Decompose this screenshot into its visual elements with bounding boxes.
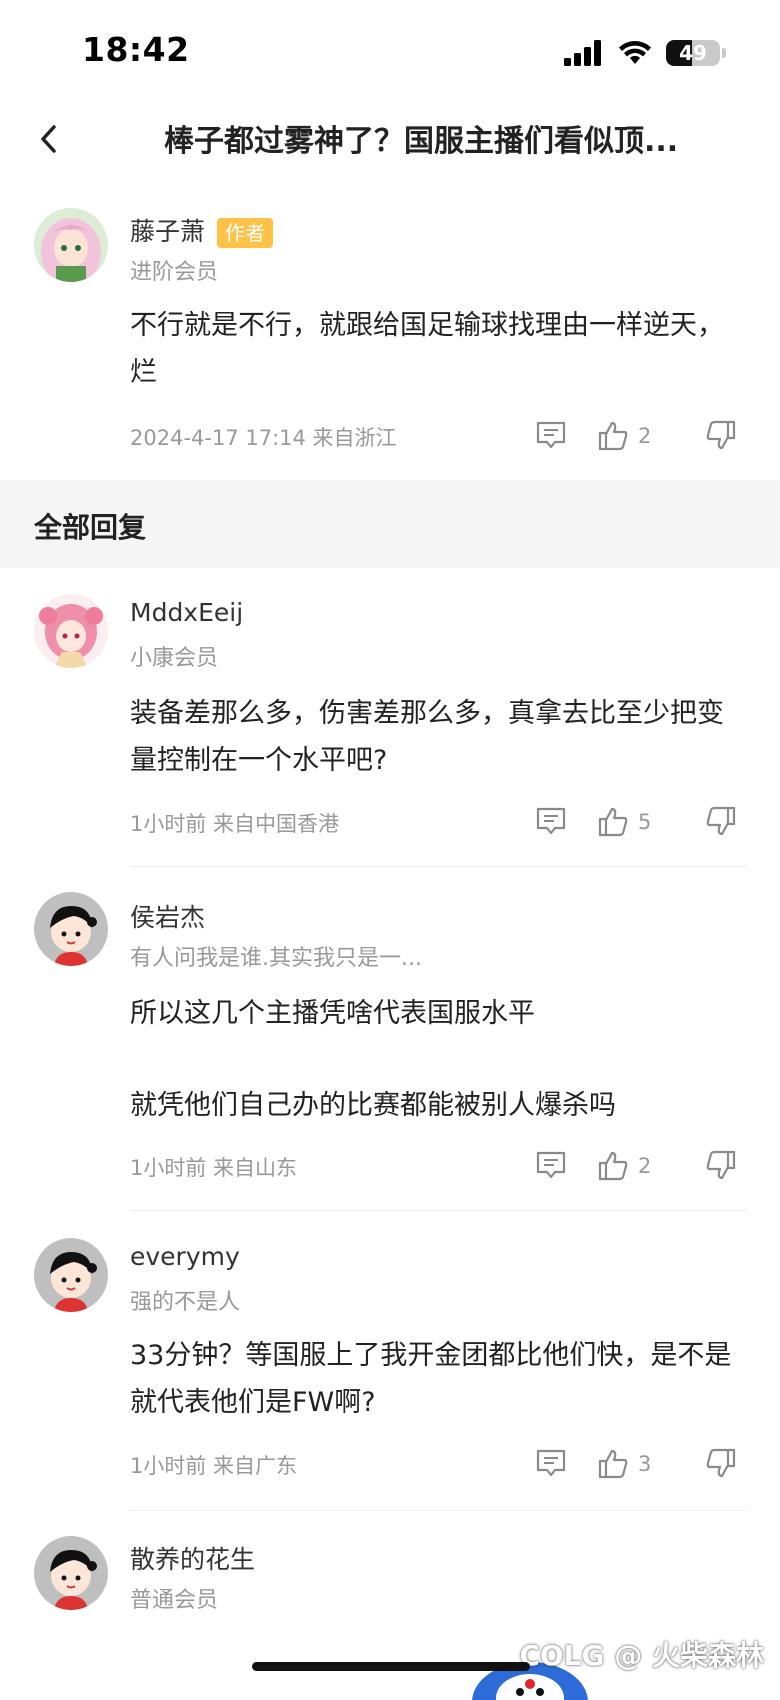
status-time: 18:42 [82, 30, 190, 69]
reply-button[interactable] [534, 804, 570, 840]
thumbs-up-icon [598, 807, 628, 837]
comment-icon [536, 1151, 566, 1179]
like-count: 5 [638, 810, 652, 834]
reply-content-line: 就凭他们自己办的比赛都能被别人爆杀吗 [130, 1090, 616, 1121]
watermark: COLG @ 火柴森林 [519, 1639, 764, 1672]
page-title: 棒子都过雾神了？国服主播们看似顶... [164, 124, 679, 159]
reply-meta: 1小时前 来自山东 [130, 1156, 298, 1180]
post-meta: 2024-4-17 17:14 来自浙江 [130, 426, 397, 450]
thumbs-down-icon [706, 1150, 736, 1180]
reply-meta-row: 1小时前 来自中国香港 5 [130, 802, 746, 842]
cellular-signal-icon [564, 40, 601, 66]
thumbs-up-icon [598, 421, 628, 451]
like-button[interactable]: 5 [596, 802, 651, 842]
user-level: 有人问我是谁.其实我只是一... [130, 946, 422, 971]
status-bar: 18:42 49 [0, 0, 780, 100]
comment-icon [536, 421, 566, 449]
user-name-text: 藤子萧 [130, 217, 206, 246]
thumbs-down-icon [706, 1448, 736, 1478]
battery-level: 49 [679, 41, 707, 65]
reply-content-line: 所以这几个主播凭啥代表国服水平 [130, 998, 535, 1029]
post-meta-row: 2024-4-17 17:14 来自浙江 2 [130, 416, 746, 456]
wifi-icon [619, 41, 651, 64]
dislike-button[interactable] [704, 418, 740, 454]
avatar[interactable] [34, 208, 108, 282]
reply-content: 装备差那么多，伤害差那么多，真拿去比至少把变量控制在一个水平吧? [130, 698, 724, 776]
battery-tip [722, 48, 726, 58]
reply-meta: 1小时前 来自广东 [130, 1454, 298, 1478]
user-name[interactable]: everymy [130, 1242, 240, 1271]
like-count: 3 [638, 1452, 652, 1476]
home-indicator[interactable] [252, 1662, 530, 1671]
like-button[interactable]: 3 [596, 1444, 651, 1484]
user-name[interactable]: 侯岩杰 [130, 898, 205, 934]
comment-icon [536, 1449, 566, 1477]
avatar[interactable] [34, 892, 108, 966]
like-count: 2 [638, 1154, 652, 1178]
user-level: 小康会员 [130, 646, 219, 671]
user-level: 强的不是人 [130, 1290, 241, 1315]
dislike-button[interactable] [704, 1148, 740, 1184]
status-icons: 49 [564, 36, 726, 70]
post-content: 不行就是不行，就跟给国足输球找理由一样逆天，烂 [130, 310, 724, 388]
like-button[interactable]: 2 [596, 1146, 651, 1186]
thumbs-down-icon [706, 420, 736, 450]
thumbs-down-icon [706, 806, 736, 836]
dislike-button[interactable] [704, 804, 740, 840]
user-name[interactable]: MddxEeij [130, 598, 243, 627]
like-count: 2 [638, 424, 652, 448]
divider [130, 1510, 746, 1511]
main-post: 藤子萧 作者 进阶会员 不行就是不行，就跟给国足输球找理由一样逆天，烂 2024-… [0, 180, 780, 480]
avatar[interactable] [34, 594, 108, 668]
comment-icon [536, 807, 566, 835]
nav-header: 棒子都过雾神了？国服主播们看似顶... [0, 100, 780, 180]
avatar[interactable] [34, 1238, 108, 1312]
dislike-button[interactable] [704, 1446, 740, 1482]
chevron-left-icon [41, 125, 56, 153]
user-name[interactable]: 散养的花生 [130, 1540, 255, 1576]
user-name[interactable]: 藤子萧 作者 [130, 212, 274, 248]
like-button[interactable]: 2 [596, 416, 651, 456]
user-level: 普通会员 [130, 1588, 219, 1613]
battery-icon: 49 [666, 40, 720, 66]
reply-item: MddxEeij 小康会员 装备差那么多，伤害差那么多，真拿去比至少把变量控制在… [0, 568, 780, 868]
reply-content: 33分钟？等国服上了我开金团都比他们快，是不是就代表他们是FW啊? [130, 1340, 732, 1418]
reply-item: everymy 强的不是人 33分钟？等国服上了我开金团都比他们快，是不是就代表… [0, 1212, 780, 1512]
reply-button[interactable] [534, 1446, 570, 1482]
reply-item: 散养的花生 普通会员 [0, 1512, 780, 1632]
reply-button[interactable] [534, 418, 570, 454]
reply-button[interactable] [534, 1148, 570, 1184]
back-button[interactable] [24, 114, 74, 164]
reply-meta: 1小时前 来自中国香港 [130, 812, 340, 836]
author-badge: 作者 [217, 218, 274, 248]
reply-meta-row: 1小时前 来自山东 2 [130, 1146, 746, 1186]
avatar[interactable] [34, 1536, 108, 1610]
user-level: 进阶会员 [130, 260, 219, 285]
reply-meta-row: 1小时前 来自广东 3 [130, 1444, 746, 1484]
section-title: 全部回复 [34, 511, 147, 544]
thumbs-up-icon [598, 1449, 628, 1479]
divider [130, 866, 746, 867]
thumbs-up-icon [598, 1151, 628, 1181]
section-header: 全部回复 [0, 480, 780, 568]
reply-item: 侯岩杰 有人问我是谁.其实我只是一... 所以这几个主播凭啥代表国服水平 就凭他… [0, 868, 780, 1212]
divider [130, 1210, 746, 1211]
